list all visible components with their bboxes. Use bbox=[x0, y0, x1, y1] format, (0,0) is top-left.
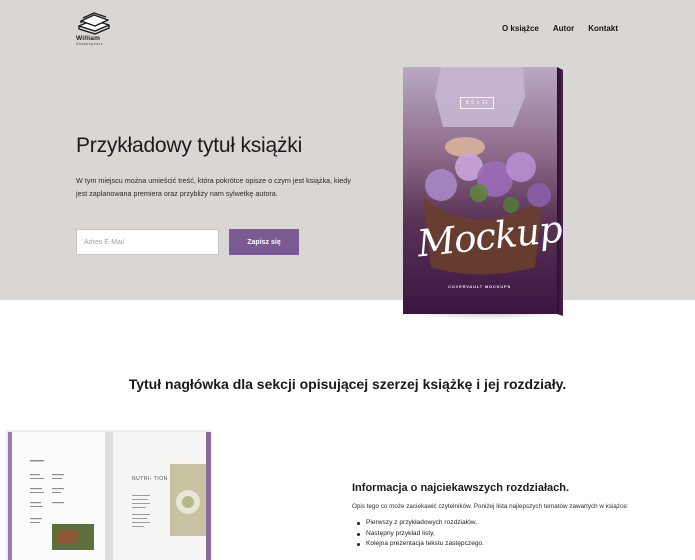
chapters-list: Pierwszy z przykładowych rozdziałów, Nas… bbox=[352, 518, 484, 550]
nav-link-author[interactable]: Autor bbox=[553, 24, 574, 33]
spread-page-word: NUTRI- TION bbox=[132, 476, 168, 482]
subscribe-button[interactable]: Zapisz się bbox=[229, 229, 299, 255]
cover-size-badge: 8.5 x 11 bbox=[460, 97, 494, 109]
logo-name: William bbox=[76, 35, 101, 42]
book-cover-mockup: 8.5 x 11 Mockup COVERVAULT MOCKUPS bbox=[403, 67, 564, 316]
list-item: Kolejna prezentacja tekstu zastępczego. bbox=[352, 539, 484, 550]
nav-link-contact[interactable]: Kontakt bbox=[588, 24, 618, 33]
book-spread-image: NUTRI- TION bbox=[0, 430, 212, 560]
info-description: Opis tego co może zaciekawić czytelników… bbox=[352, 503, 629, 510]
cover-brand: COVERVAULT MOCKUPS bbox=[448, 284, 511, 289]
main-nav: O książce Autor Kontakt bbox=[502, 24, 618, 33]
info-title: Informacja o najciekawszych rozdziałach. bbox=[352, 482, 570, 494]
nav-link-about-book[interactable]: O książce bbox=[502, 24, 539, 33]
list-item: Pierwszy z przykładowych rozdziałów, bbox=[352, 518, 484, 529]
list-item: Następny przykład listy, bbox=[352, 529, 484, 540]
logo-subtitle: Shakespeare bbox=[76, 42, 104, 46]
hero-description: W tym miejscu można umieścić treść, któr… bbox=[76, 176, 351, 198]
hero-title: Przykładowy tytuł książki bbox=[76, 134, 303, 157]
section-title: Tytuł nagłówka dla sekcji opisującej sze… bbox=[128, 376, 567, 392]
email-field[interactable] bbox=[76, 229, 219, 255]
